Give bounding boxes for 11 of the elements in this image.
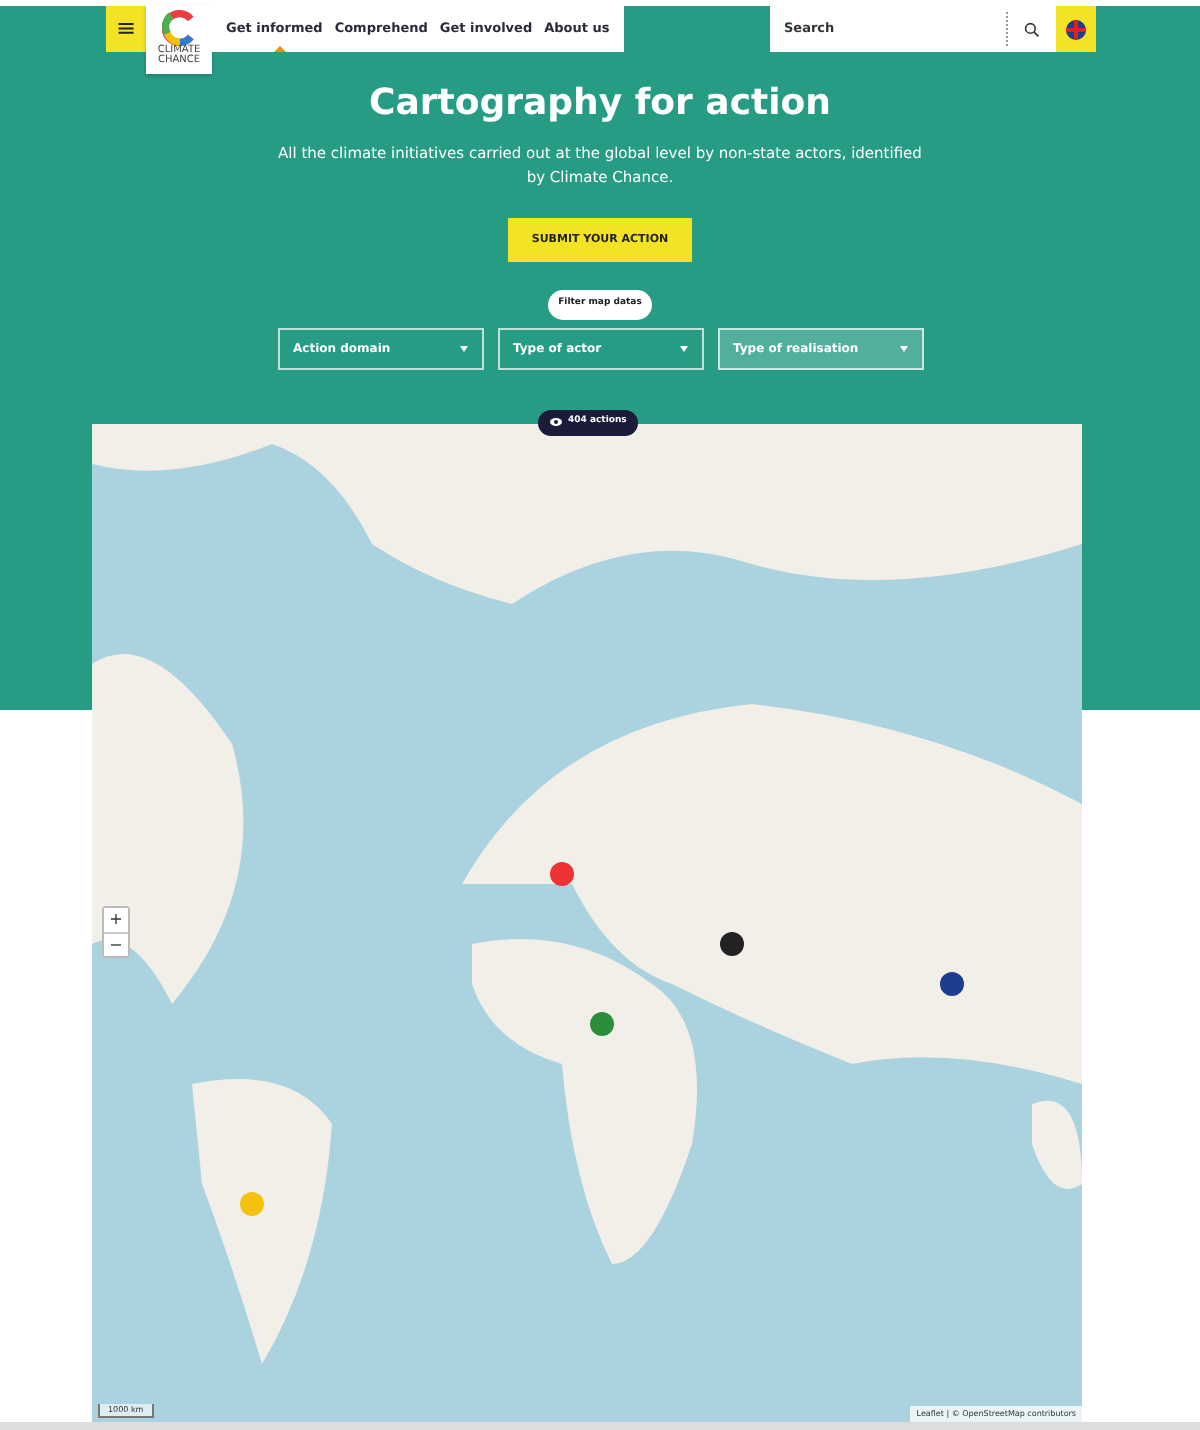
caret-icon bbox=[459, 345, 467, 352]
caret-icon bbox=[679, 345, 687, 352]
language-button[interactable] bbox=[1056, 6, 1096, 52]
flag-icon bbox=[1066, 19, 1086, 39]
search-icon[interactable] bbox=[1024, 21, 1040, 37]
page-title: Cartography for action bbox=[367, 82, 833, 126]
eye-icon bbox=[550, 418, 562, 427]
logo-icon bbox=[161, 10, 197, 46]
menu-button[interactable]: ≡ bbox=[106, 6, 146, 52]
zoom-out-button[interactable]: − bbox=[104, 932, 128, 956]
caret-icon bbox=[899, 345, 907, 352]
